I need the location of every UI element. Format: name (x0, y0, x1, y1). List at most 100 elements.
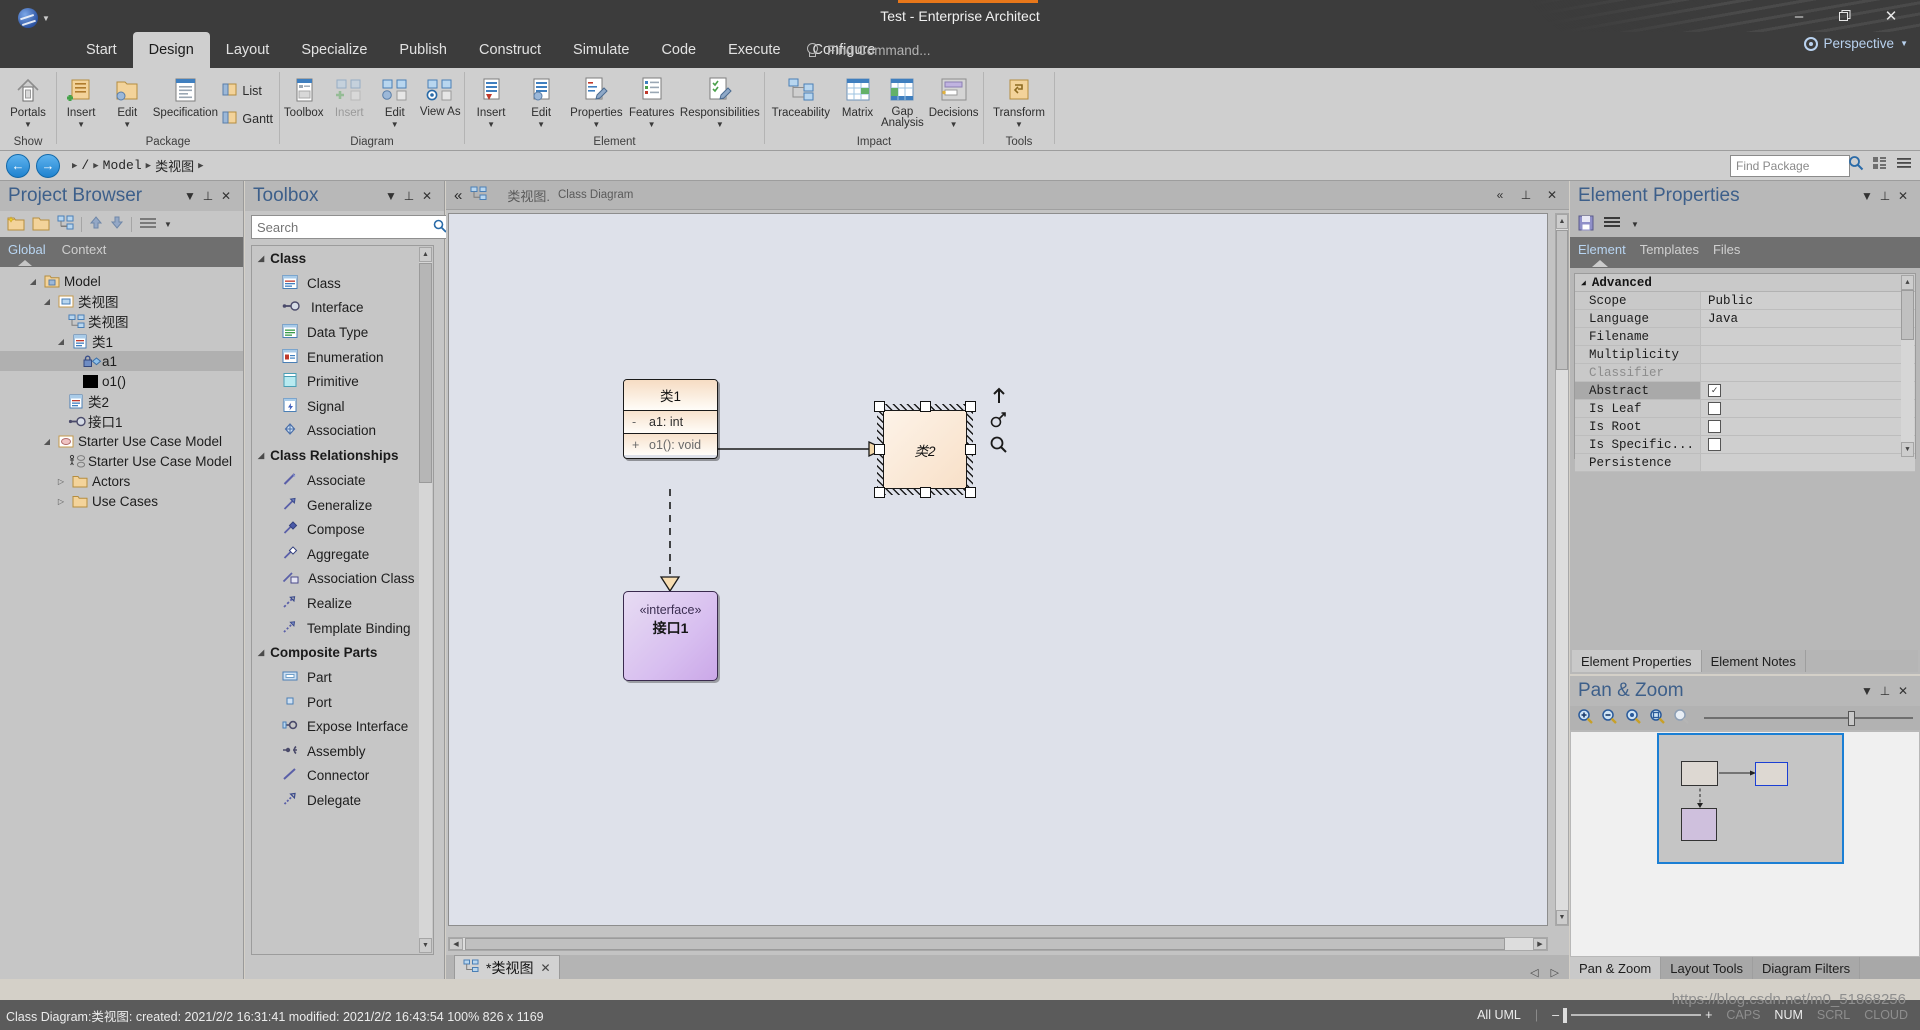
new-package-icon[interactable] (6, 215, 25, 234)
scroll-up-icon[interactable]: ▲ (1556, 214, 1568, 229)
element-edit-button[interactable]: Edit ▼ (516, 72, 566, 129)
decisions-button[interactable]: Decisions ▼ (925, 72, 982, 129)
toolbox-item-association[interactable]: Association (252, 419, 433, 444)
class1-attribute-row[interactable]: - a1: int (624, 411, 717, 433)
toolbox-item-compose[interactable]: Compose (252, 517, 433, 542)
scroll-up-icon[interactable]: ▲ (419, 247, 432, 262)
toolbox-item-aggregate[interactable]: Aggregate (252, 542, 433, 567)
properties-scrollbar[interactable]: ▲ ▼ (1901, 275, 1914, 457)
bottom-tab-diagram-filters[interactable]: Diagram Filters (1753, 957, 1861, 979)
hamburger-menu-icon[interactable] (1604, 216, 1621, 232)
pin-icon[interactable]: ⊥ (199, 189, 217, 203)
slider-thumb[interactable] (1563, 1007, 1568, 1023)
scroll-down-icon[interactable]: ▼ (419, 938, 432, 953)
is-root-checkbox[interactable] (1708, 420, 1721, 433)
property-row-language[interactable]: Language Java (1575, 310, 1915, 328)
toolbox-group-class-relationships[interactable]: ◢ Class Relationships (252, 443, 433, 468)
bottom-tab-layout-tools[interactable]: Layout Tools (1661, 957, 1754, 979)
property-row-scope[interactable]: Scope Public (1575, 292, 1915, 310)
breadcrumb-item-model[interactable]: Model (103, 158, 142, 173)
element-insert-button[interactable]: Insert ▼ (466, 72, 516, 129)
tab-context[interactable]: Context (62, 242, 107, 257)
close-icon[interactable]: ✕ (1894, 684, 1912, 698)
diagram-element-interface1[interactable]: «interface» 接口1 (623, 591, 718, 681)
close-icon[interactable]: ✕ (1894, 189, 1912, 203)
pin-icon[interactable]: ⊥ (1876, 684, 1894, 698)
quicklink-up-icon[interactable] (989, 386, 1009, 406)
is-specification-checkbox[interactable] (1708, 438, 1721, 451)
toolbox-item-class[interactable]: Class (252, 271, 433, 296)
zoom-out-label[interactable]: – (1552, 1008, 1559, 1022)
class1-operation-row[interactable]: + o1(): void (624, 433, 717, 455)
tab-templates[interactable]: Templates (1640, 242, 1699, 257)
toolbox-item-realize[interactable]: Realize (252, 591, 433, 616)
panel-menu-icon[interactable]: ▼ (1858, 189, 1876, 203)
status-zoom-slider[interactable]: – + (1552, 1007, 1712, 1023)
toolbox-item-assembly[interactable]: Assembly (252, 739, 433, 764)
property-row-abstract[interactable]: Abstract ✓ (1575, 382, 1915, 400)
bottom-tab-pan-zoom[interactable]: Pan & Zoom (1570, 957, 1662, 979)
specification-button[interactable]: Specification (150, 72, 220, 119)
gap-analysis-button[interactable]: Gap Analysis (880, 72, 926, 129)
toolbox-search[interactable] (251, 215, 453, 239)
toolbox-item-interface[interactable]: Interface (252, 296, 433, 321)
close-icon[interactable]: ✕ (217, 189, 235, 203)
property-value[interactable] (1701, 454, 1915, 471)
tab-files[interactable]: Files (1713, 242, 1740, 257)
toolbox-item-primitive[interactable]: Primitive (252, 369, 433, 394)
document-tab-class-view[interactable]: *类视图 ✕ (454, 955, 560, 979)
tab-code[interactable]: Code (645, 32, 712, 68)
pin-icon[interactable]: ⊥ (400, 189, 418, 203)
tab-prev-icon[interactable]: ◁ (1530, 966, 1538, 979)
pan-zoom-viewport[interactable] (1657, 733, 1844, 864)
nav-forward-button[interactable]: → (36, 153, 60, 178)
hamburger-menu-icon[interactable] (139, 216, 157, 233)
diagram-edit-button[interactable]: Edit ▼ (372, 72, 418, 129)
tree-item-class-diagram[interactable]: 类视图 (0, 311, 243, 331)
panel-menu-icon[interactable]: ▼ (181, 189, 199, 203)
tab-start[interactable]: Start (70, 32, 133, 68)
collapse-all-icon[interactable]: « (1491, 188, 1509, 202)
toolbox-item-signal[interactable]: Signal (252, 394, 433, 419)
resize-handle-se[interactable] (965, 487, 976, 498)
element-properties-button[interactable]: Properties ▼ (566, 72, 626, 129)
diagram-element-class1[interactable]: 类1 - a1: int + o1(): void (623, 379, 718, 459)
collapse-icon[interactable]: « (454, 187, 462, 204)
tree-item-actors[interactable]: ▷ Actors (0, 471, 243, 491)
close-icon[interactable]: ✕ (418, 189, 436, 203)
toolbox-item-delegate[interactable]: Delegate (252, 788, 433, 813)
diagram-canvas[interactable]: 类1 - a1: int + o1(): void 类2 «interface»… (448, 213, 1548, 926)
zoom-selection-icon[interactable] (1649, 708, 1666, 728)
tree-item-o1[interactable]: o1() (0, 371, 243, 391)
save-icon[interactable] (1578, 215, 1594, 234)
tree-item-starter-use-case-model-package[interactable]: ◢ Starter Use Case Model (0, 431, 243, 451)
scrollbar-thumb[interactable] (419, 263, 432, 483)
find-command[interactable]: Find Command... (805, 32, 931, 68)
responsibilities-button[interactable]: Responsibilities ▼ (677, 72, 763, 129)
twisty-icon[interactable]: ◢ (40, 437, 54, 446)
grid-view-icon[interactable] (1872, 155, 1888, 174)
twisty-icon[interactable]: ◢ (1581, 278, 1586, 288)
pin-icon[interactable]: ⊥ (1876, 189, 1894, 203)
uml-mode-label[interactable]: All UML (1477, 1008, 1521, 1022)
search-input[interactable] (257, 219, 433, 235)
diagram-horizontal-scrollbar[interactable]: ◀ ▶ (448, 937, 1548, 951)
property-value[interactable]: Java (1701, 310, 1915, 327)
package-insert-button[interactable]: Insert ▼ (58, 72, 104, 129)
breadcrumb-item-view[interactable]: 类视图 (155, 156, 194, 175)
property-row-classifier[interactable]: Classifier (1575, 364, 1915, 382)
quicklink-connector-icon[interactable] (989, 410, 1009, 430)
twisty-icon[interactable]: ◢ (258, 648, 264, 657)
property-row-is-leaf[interactable]: Is Leaf (1575, 400, 1915, 418)
is-leaf-checkbox[interactable] (1708, 402, 1721, 415)
quicklink-zoom-icon[interactable] (989, 435, 1009, 455)
pan-zoom-canvas[interactable] (1571, 732, 1919, 956)
tab-execute[interactable]: Execute (712, 32, 796, 68)
minimize-button[interactable]: – (1776, 1, 1822, 31)
pin-icon[interactable]: ⊥ (1517, 188, 1535, 202)
app-menu-button[interactable]: ▼ (18, 6, 62, 30)
close-button[interactable]: ✕ (1868, 1, 1914, 31)
properties-category-advanced[interactable]: ◢ Advanced (1575, 274, 1915, 292)
tab-next-icon[interactable]: ▷ (1551, 966, 1559, 979)
toolbox-item-association-class[interactable]: Association Class (252, 567, 433, 592)
